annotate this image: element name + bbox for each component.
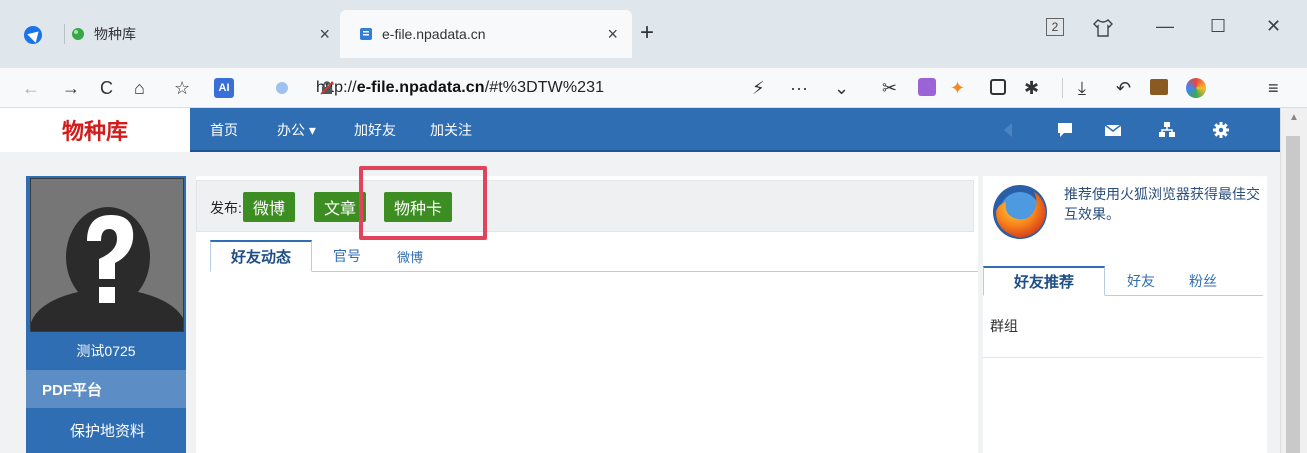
- mail-icon[interactable]: [1104, 121, 1122, 139]
- site-navbar: 物种库 首页 办公 ▾ 加好友 加关注: [0, 108, 1280, 152]
- new-tab-button[interactable]: +: [640, 18, 654, 48]
- collapse-arrow-icon[interactable]: [1004, 123, 1012, 137]
- tab-friends[interactable]: 好友: [1117, 266, 1165, 296]
- ai-extension-icon[interactable]: AI: [214, 78, 234, 98]
- translate-icon[interactable]: [918, 78, 936, 96]
- divider: [983, 357, 1263, 358]
- scroll-up-icon[interactable]: ▲: [1289, 112, 1299, 123]
- address-bar[interactable]: http://e-file.npadata.cn/#t%3DTW%231: [276, 74, 866, 102]
- sitemap-icon[interactable]: [1158, 121, 1176, 139]
- tab-title: e-file.npadata.cn: [382, 26, 486, 42]
- extensions-icon[interactable]: ✱: [1024, 76, 1039, 100]
- nav-follow[interactable]: 加关注: [430, 120, 472, 140]
- publish-label: 发布:: [210, 200, 242, 216]
- firefox-icon[interactable]: [990, 182, 1050, 242]
- site-brand[interactable]: 物种库: [0, 108, 190, 152]
- browser-tab-strip: 物种库 × e-file.npadata.cn × + 2 — ☐ ✕: [0, 0, 1307, 68]
- scrollbar-thumb[interactable]: [1286, 136, 1300, 453]
- browser-recommendation: 推荐使用火狐浏览器获得最佳交互效果。: [1064, 186, 1260, 222]
- tab-close-icon[interactable]: ×: [319, 24, 330, 45]
- menu-icon[interactable]: ≡: [1268, 76, 1279, 100]
- close-window-button[interactable]: ✕: [1266, 16, 1281, 37]
- reload-icon[interactable]: C: [100, 76, 113, 100]
- download-icon[interactable]: ⤓: [1078, 76, 1086, 100]
- publish-weibo-button[interactable]: 微博: [243, 192, 295, 222]
- forward-icon[interactable]: →: [62, 76, 80, 100]
- avatar[interactable]: [30, 178, 184, 332]
- browser-tab-efile[interactable]: e-file.npadata.cn ×: [340, 10, 632, 58]
- maximize-button[interactable]: ☐: [1210, 16, 1226, 37]
- toolbar-separator: [1062, 78, 1063, 98]
- publish-bar: [196, 180, 974, 232]
- home-icon[interactable]: ⌂: [134, 76, 145, 100]
- comment-icon[interactable]: [1056, 121, 1074, 139]
- ai-assistant-icon[interactable]: [1186, 78, 1206, 98]
- nav-home[interactable]: 首页: [210, 120, 238, 140]
- username[interactable]: 测试0725: [26, 334, 186, 368]
- tab-official-account[interactable]: 官号: [322, 240, 372, 272]
- tab-friend-activity[interactable]: 好友动态: [210, 240, 312, 272]
- reader-icon[interactable]: [990, 79, 1006, 95]
- group-label: 群组: [990, 318, 1018, 334]
- bookmark-star-icon[interactable]: ☆: [174, 76, 190, 100]
- settings-icon[interactable]: [1212, 121, 1230, 139]
- tab-separator: [64, 24, 65, 44]
- unknown-user-icon: [31, 179, 183, 331]
- document-favicon-icon: [358, 26, 374, 42]
- tab-weibo[interactable]: 微博: [382, 240, 438, 272]
- puzzle-extension-icon[interactable]: ✦: [950, 76, 965, 100]
- feed-tabs: 好友动态 官号 微博: [210, 240, 978, 272]
- tab-title: 物种库: [94, 26, 136, 42]
- tab-fans[interactable]: 粉丝: [1179, 266, 1227, 296]
- undo-icon[interactable]: ↶: [1116, 76, 1131, 100]
- tab-close-icon[interactable]: ×: [607, 24, 618, 45]
- back-icon[interactable]: ←: [22, 76, 40, 100]
- scissors-icon[interactable]: ✂: [882, 76, 897, 100]
- nav-office[interactable]: 办公 ▾: [277, 120, 316, 140]
- lightning-icon[interactable]: ⚡: [752, 76, 765, 100]
- address-url[interactable]: http://e-file.npadata.cn/#t%3DTW%231: [316, 79, 604, 97]
- chevron-down-icon[interactable]: ⌄: [834, 76, 849, 100]
- site-identity-icon[interactable]: [276, 82, 288, 94]
- tab-friend-recommend[interactable]: 好友推荐: [983, 266, 1105, 296]
- leaf-favicon-icon: [70, 26, 86, 42]
- menu-pdf-platform[interactable]: PDF平台: [26, 370, 186, 408]
- browser-tab-species[interactable]: 物种库 ×: [70, 12, 340, 56]
- shirt-icon[interactable]: [1092, 18, 1114, 43]
- tab-count-badge[interactable]: 2: [1046, 18, 1064, 36]
- insecure-lock-icon[interactable]: [320, 81, 334, 95]
- briefcase-icon[interactable]: [1150, 79, 1168, 95]
- menu-protected-area-data[interactable]: 保护地资料: [26, 408, 186, 453]
- social-tabs: 好友推荐 好友 粉丝: [983, 266, 1263, 296]
- highlight-box: [359, 166, 487, 240]
- nav-add-friend[interactable]: 加好友: [354, 120, 396, 140]
- more-icon[interactable]: ···: [790, 76, 808, 100]
- minimize-button[interactable]: —: [1156, 16, 1174, 37]
- pin-icon[interactable]: [24, 26, 42, 44]
- browser-toolbar: ← → C ⌂ ☆ AI http://e-file.npadata.cn/#t…: [0, 68, 1307, 108]
